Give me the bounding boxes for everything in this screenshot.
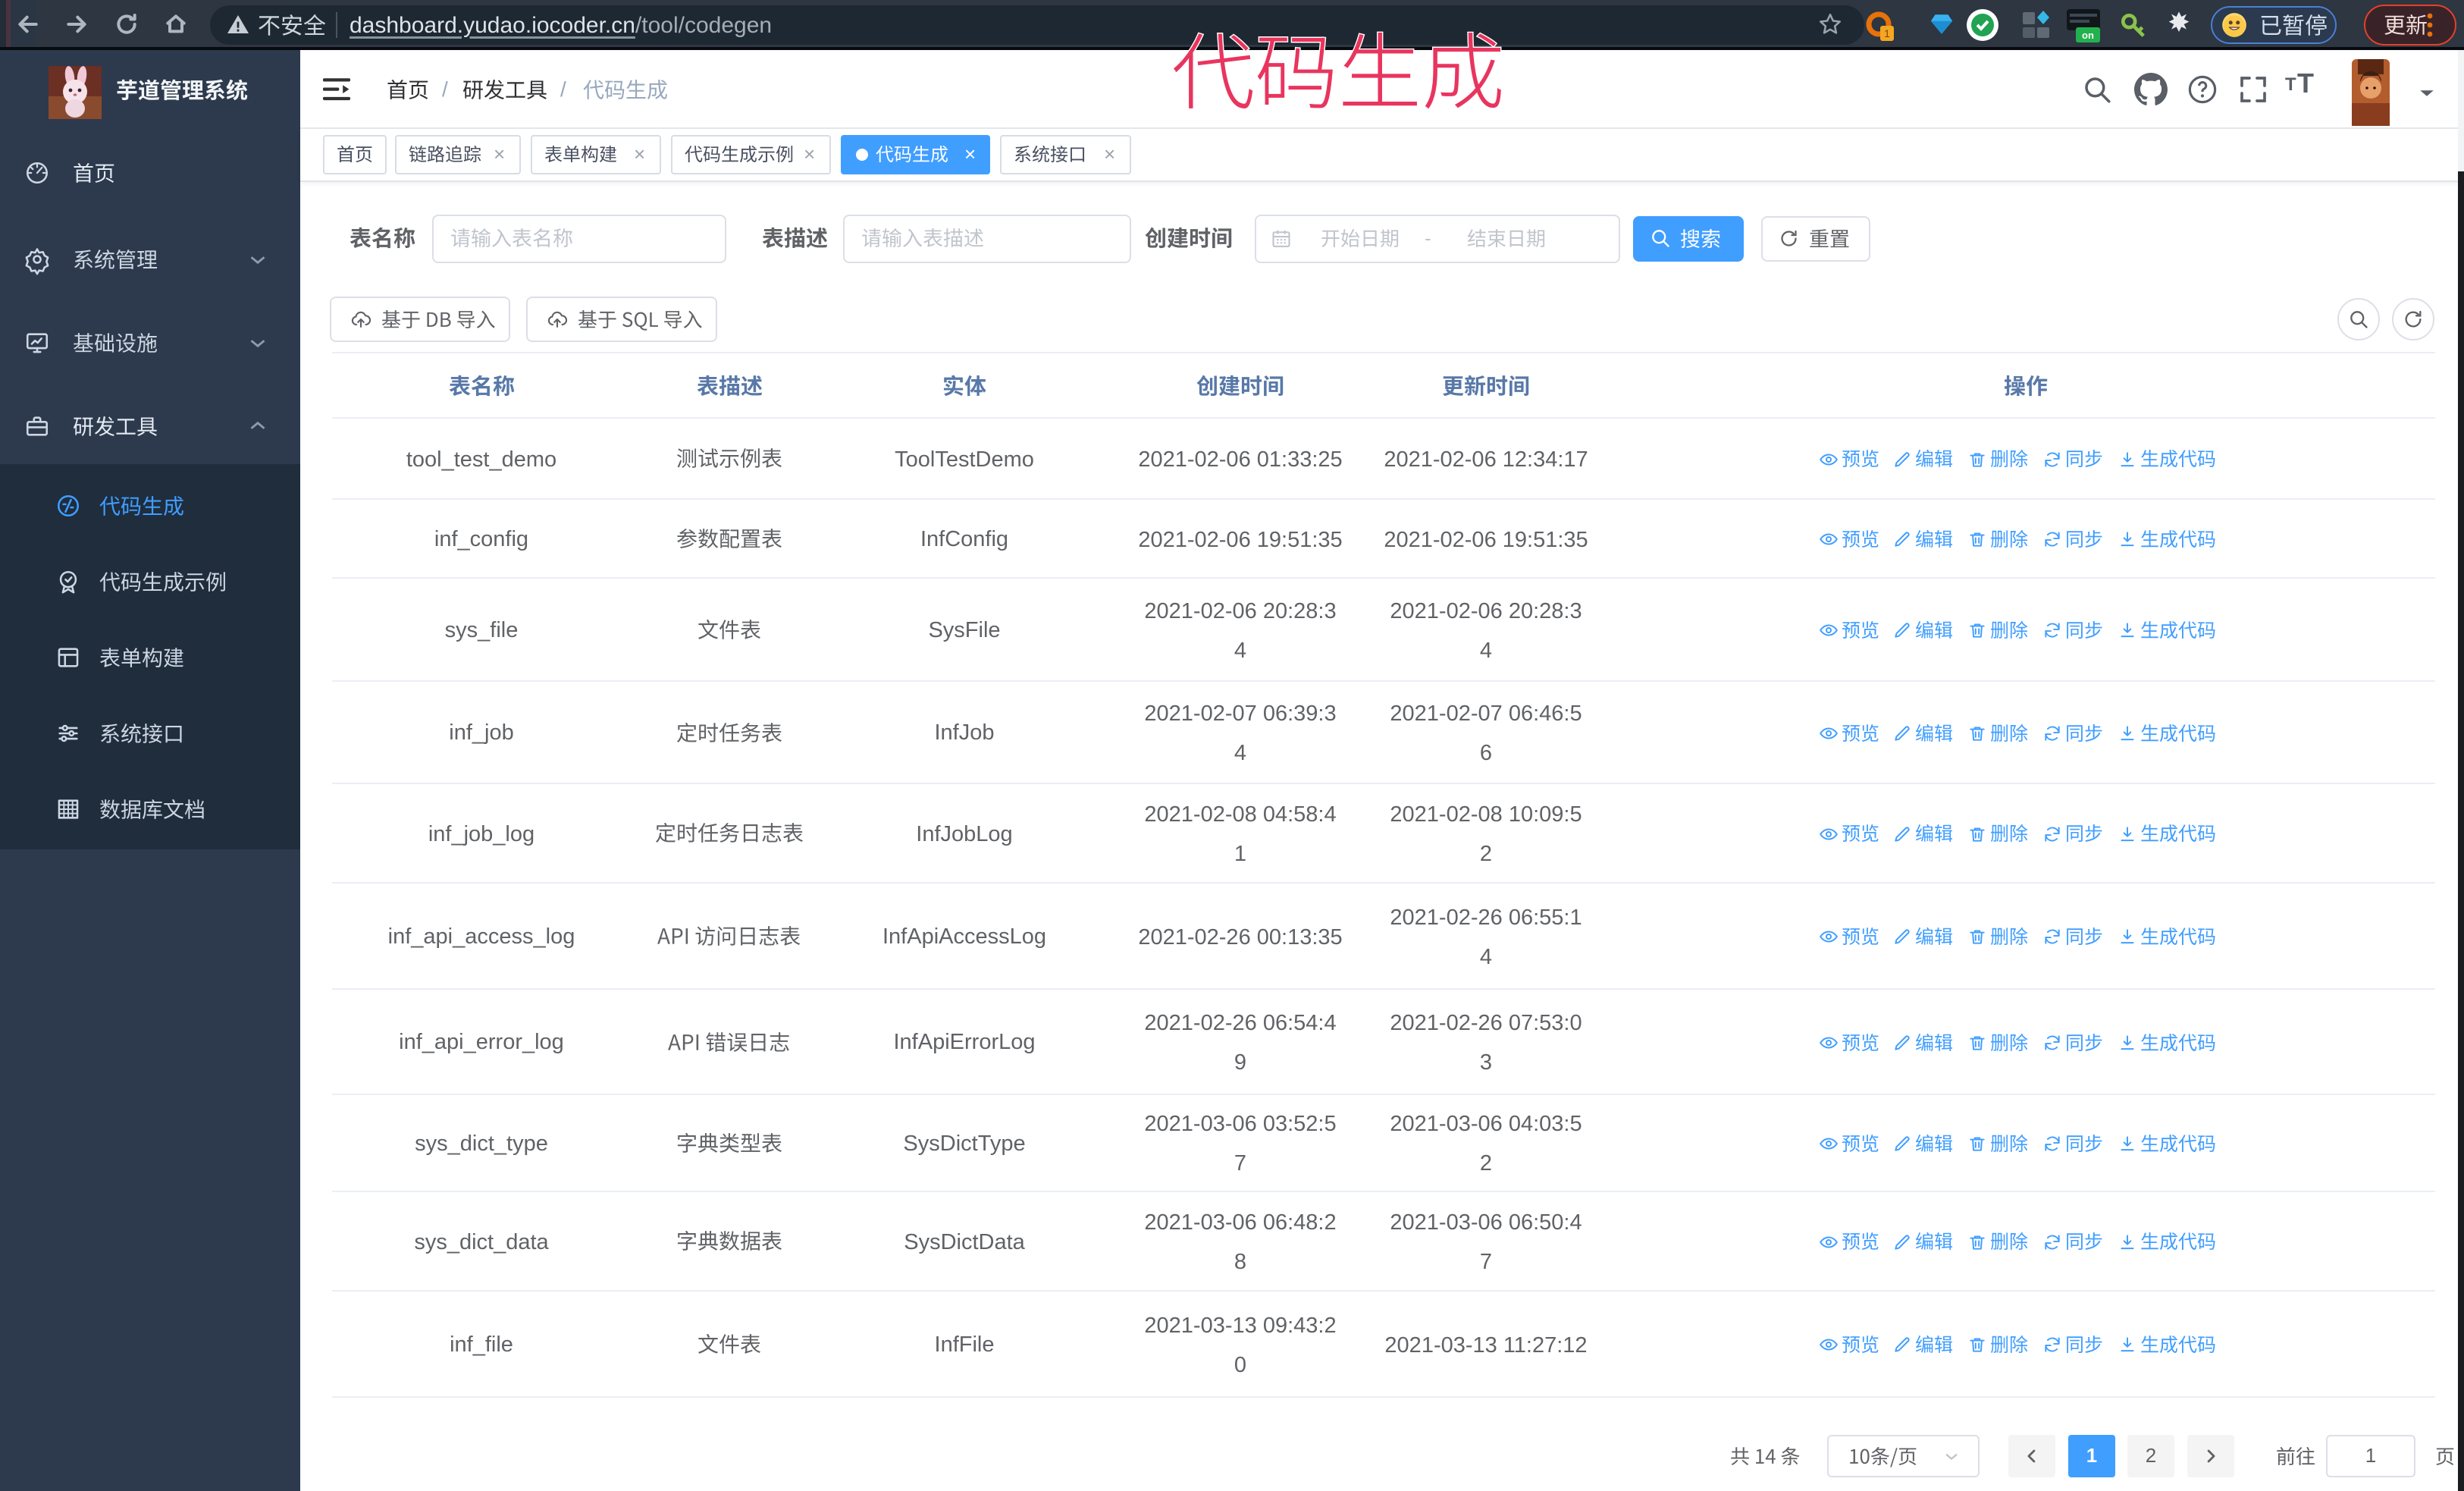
svg-text:on: on <box>2082 30 2094 41</box>
svg-text:1: 1 <box>1884 27 1890 39</box>
